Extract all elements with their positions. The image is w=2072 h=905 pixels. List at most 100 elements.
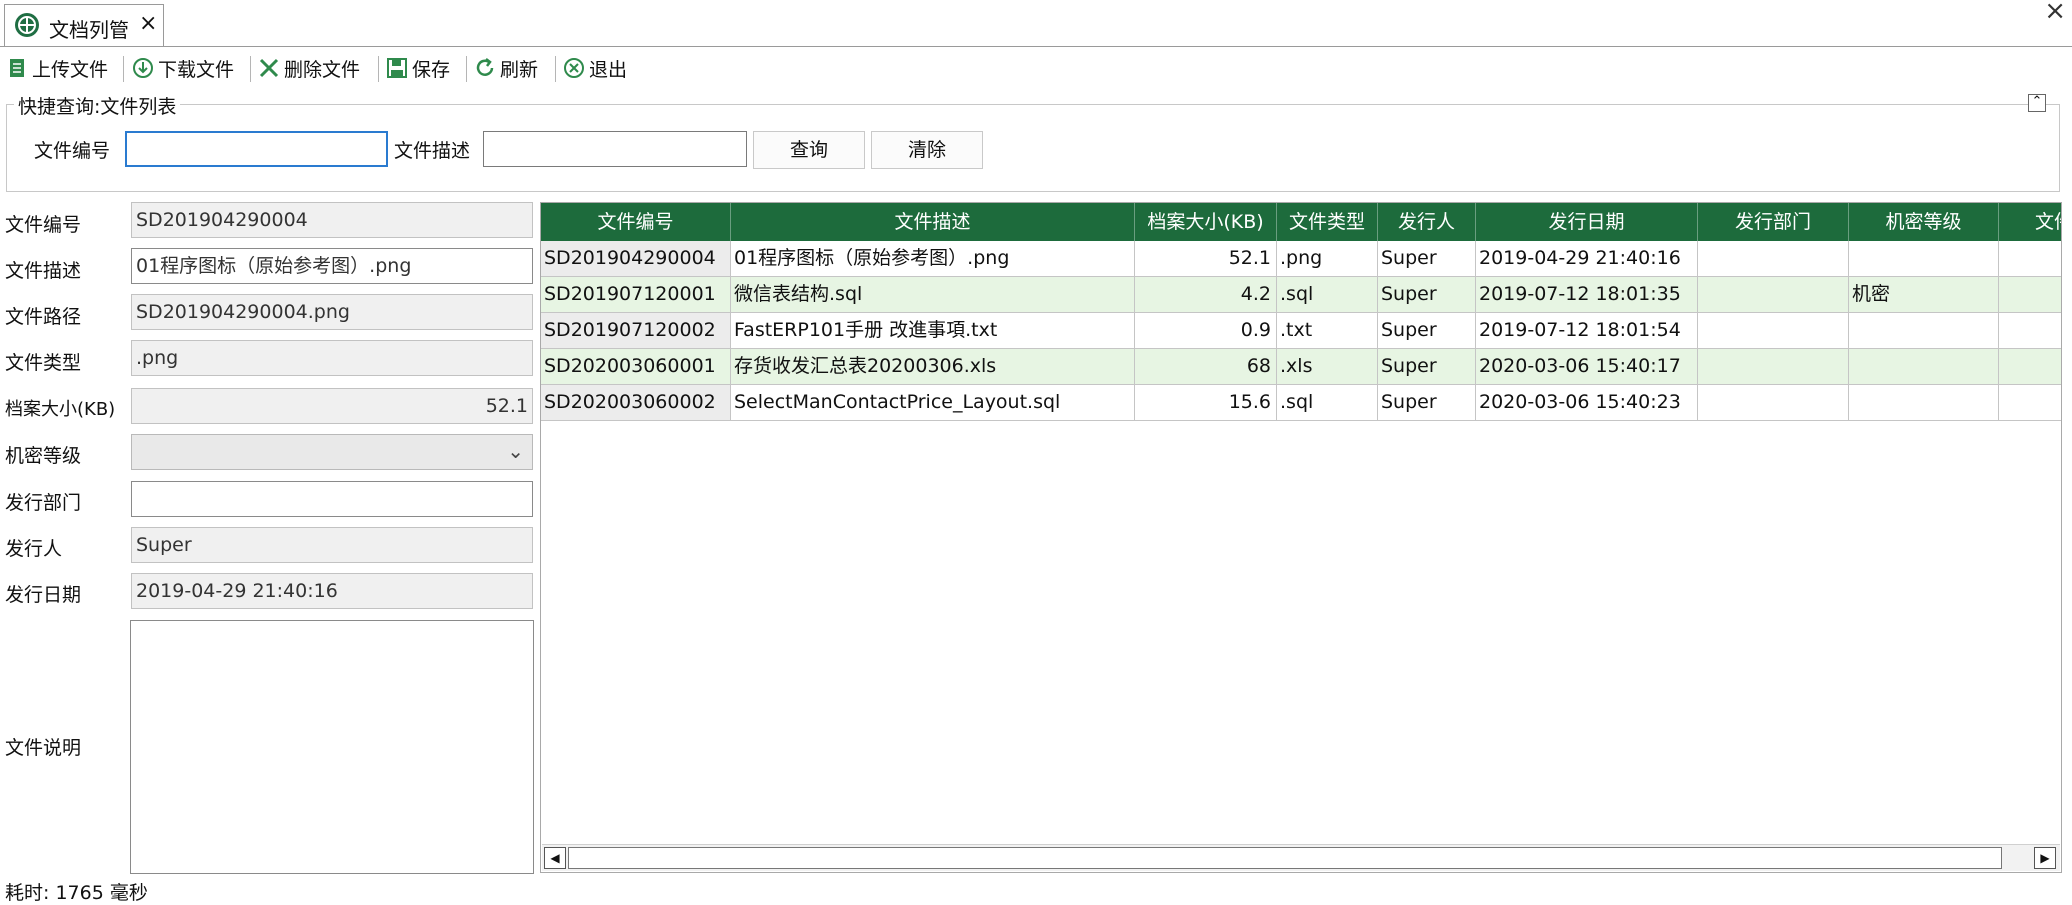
globe-icon [15, 13, 39, 37]
exit-label: 退出 [589, 58, 628, 81]
cell-file-more [1999, 277, 2061, 312]
col-header-file-type[interactable]: 文件类型 [1277, 203, 1378, 241]
cell-file-no: SD202003060002 [541, 385, 731, 420]
cell-file-no: SD201907120001 [541, 277, 731, 312]
file-size-field[interactable]: 52.1 [131, 388, 533, 424]
col-header-file-no[interactable]: 文件编号 [541, 203, 731, 241]
cell-file-no: SD201907120002 [541, 313, 731, 348]
dept-field[interactable] [131, 481, 533, 517]
col-header-dept[interactable]: 发行部门 [1698, 203, 1849, 241]
cell-file-no: SD201904290004 [541, 241, 731, 276]
toolbar-divider [123, 56, 124, 82]
scrollbar-thumb[interactable] [568, 847, 2002, 869]
delete-file-label: 删除文件 [284, 58, 361, 81]
col-header-security[interactable]: 机密等级 [1849, 203, 1999, 241]
grid-header: 文件编号 文件描述 档案大小(KB) 文件类型 发行人 发行日期 发行部门 机密… [541, 203, 2061, 241]
scroll-left-arrow-icon[interactable]: ◀ [544, 847, 566, 869]
security-level-label: 机密等级 [5, 445, 82, 467]
chevron-down-icon: ⌄ [507, 439, 524, 463]
cell-issue-date: 2019-07-12 18:01:35 [1476, 277, 1698, 312]
cell-security [1849, 313, 1999, 348]
cell-dept [1698, 277, 1849, 312]
col-header-issue-date[interactable]: 发行日期 [1476, 203, 1698, 241]
cell-security [1849, 241, 1999, 276]
table-row[interactable]: SD201904290004 01程序图标（原始参考图）.png 52.1 .p… [541, 241, 2061, 277]
file-size-label: 档案大小(KB) [5, 399, 116, 420]
quick-search-legend: 快捷查询:文件列表 [14, 92, 181, 119]
security-level-select[interactable]: ⌄ [131, 434, 533, 470]
cell-file-type: .sql [1277, 385, 1378, 420]
query-button[interactable]: 查询 [753, 131, 865, 169]
col-header-issuer[interactable]: 发行人 [1378, 203, 1476, 241]
cell-file-desc: 存货收发汇总表20200306.xls [731, 349, 1135, 384]
table-row[interactable]: SD202003060001 存货收发汇总表20200306.xls 68 .x… [541, 349, 2061, 385]
table-row[interactable]: SD202003060002 SelectManContactPrice_Lay… [541, 385, 2061, 421]
cell-dept [1698, 349, 1849, 384]
cell-issuer: Super [1378, 385, 1476, 420]
save-label: 保存 [412, 58, 451, 81]
col-header-file-more[interactable]: 文件 [1999, 203, 2061, 241]
col-header-file-size[interactable]: 档案大小(KB) [1135, 203, 1277, 241]
issue-date-label: 发行日期 [5, 584, 82, 606]
toolbar-divider [378, 56, 379, 82]
dept-label: 发行部门 [5, 492, 82, 514]
cell-file-more [1999, 385, 2061, 420]
cell-file-size: 4.2 [1135, 277, 1277, 312]
refresh-button[interactable]: 刷新 [474, 52, 538, 84]
cell-file-type: .png [1277, 241, 1378, 276]
col-header-file-desc[interactable]: 文件描述 [731, 203, 1135, 241]
save-disk-icon [386, 57, 408, 79]
refresh-label: 刷新 [500, 58, 539, 81]
notes-textarea[interactable] [130, 620, 534, 874]
save-button[interactable]: 保存 [386, 52, 450, 84]
cell-issuer: Super [1378, 241, 1476, 276]
table-row[interactable]: SD201907120002 FastERP101手册 改進事項.txt 0.9… [541, 313, 2061, 349]
cell-file-more [1999, 349, 2061, 384]
file-list-grid: 文件编号 文件描述 档案大小(KB) 文件类型 发行人 发行日期 发行部门 机密… [540, 202, 2062, 873]
file-type-label: 文件类型 [5, 352, 82, 374]
cell-file-desc: SelectManContactPrice_Layout.sql [731, 385, 1135, 420]
issuer-field[interactable]: Super [131, 527, 533, 563]
cell-dept [1698, 313, 1849, 348]
file-desc-field[interactable]: 01程序图标（原始参考图）.png [131, 248, 533, 284]
exit-button[interactable]: 退出 [563, 52, 627, 84]
table-row[interactable]: SD201907120001 微信表结构.sql 4.2 .sql Super … [541, 277, 2061, 313]
tab-bar: 文档列管 × × [0, 0, 2072, 47]
search-file-desc-input[interactable] [483, 131, 747, 167]
toolbar-divider [466, 56, 467, 82]
tab-title: 文档列管 [49, 18, 129, 42]
cell-issue-date: 2020-03-06 15:40:17 [1476, 349, 1698, 384]
refresh-icon [474, 57, 496, 79]
file-type-field[interactable]: .png [131, 340, 533, 376]
cell-security: 机密 [1849, 277, 1999, 312]
tab-document-management[interactable]: 文档列管 × [4, 4, 164, 46]
cell-file-size: 52.1 [1135, 241, 1277, 276]
cell-file-more [1999, 241, 2061, 276]
notes-label: 文件说明 [5, 737, 82, 759]
cell-file-type: .sql [1277, 277, 1378, 312]
cell-issue-date: 2019-04-29 21:40:16 [1476, 241, 1698, 276]
search-file-no-input[interactable] [125, 131, 388, 167]
clear-button[interactable]: 清除 [871, 131, 983, 169]
toolbar: 上传文件 下载文件 删除文件 保存 刷新 退出 [0, 48, 2072, 88]
cell-issuer: Super [1378, 349, 1476, 384]
download-file-button[interactable]: 下载文件 [132, 52, 234, 84]
upload-file-button[interactable]: 上传文件 [6, 52, 108, 84]
cell-file-more [1999, 313, 2061, 348]
upload-icon [6, 57, 28, 79]
file-path-field[interactable]: SD201904290004.png [131, 294, 533, 330]
tab-close-icon[interactable]: × [139, 11, 157, 36]
issue-date-field[interactable]: 2019-04-29 21:40:16 [131, 573, 533, 609]
cell-issuer: Super [1378, 313, 1476, 348]
scroll-right-arrow-icon[interactable]: ▶ [2034, 847, 2056, 869]
download-file-label: 下载文件 [158, 58, 235, 81]
delete-x-icon [258, 57, 280, 79]
horizontal-scrollbar[interactable]: ◀ ▶ [542, 844, 2060, 871]
file-no-field[interactable]: SD201904290004 [131, 202, 533, 238]
delete-file-button[interactable]: 删除文件 [258, 52, 360, 84]
cell-dept [1698, 241, 1849, 276]
cell-dept [1698, 385, 1849, 420]
window-close-icon[interactable]: × [2044, 0, 2066, 26]
collapse-up-icon[interactable]: ⌃ [2028, 94, 2046, 112]
cell-file-size: 68 [1135, 349, 1277, 384]
